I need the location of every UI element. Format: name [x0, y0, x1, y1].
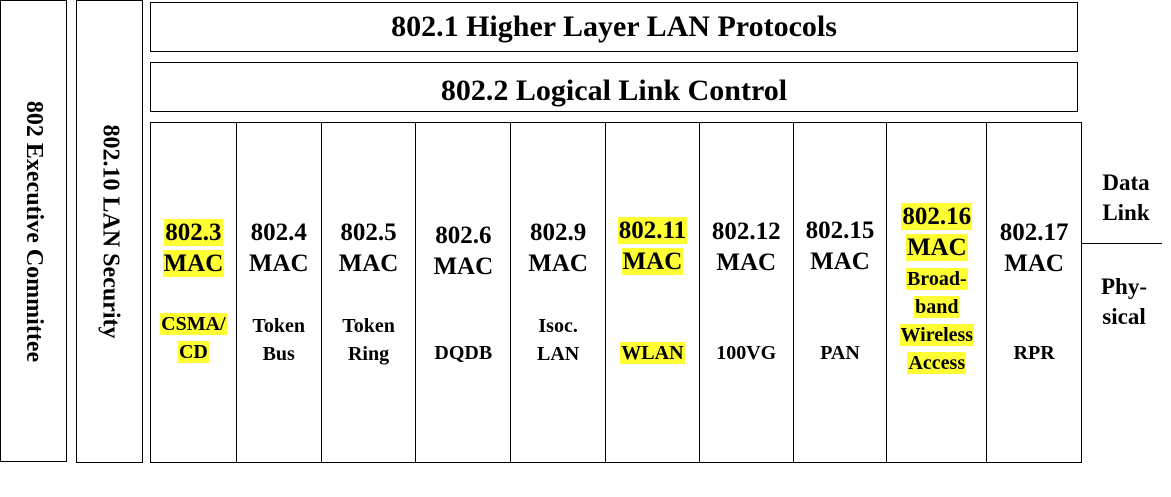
- data-link-label: Data Link: [1086, 168, 1166, 228]
- mac-label-text: MAC: [248, 250, 309, 277]
- lan-security-box: 802.10 LAN Security: [76, 0, 143, 463]
- standard-number: 802.12: [700, 216, 793, 247]
- standard-number-text: 802.12: [711, 218, 781, 245]
- physical-label: Phy- sical: [1084, 272, 1164, 332]
- mac-label: MAC: [887, 232, 986, 263]
- mac-column-802-9: 802.9 MAC Isoc. LAN: [511, 123, 607, 462]
- data-link-line: Link: [1102, 200, 1150, 225]
- technology-label-line: Wireless: [899, 324, 975, 346]
- technology-label: RPR: [987, 339, 1081, 367]
- technology-label: Isoc. LAN: [511, 312, 605, 368]
- technology-label-line: Token: [342, 315, 395, 337]
- standard-number: 802.15: [794, 215, 887, 246]
- standard-number: 802.11: [606, 215, 699, 246]
- technology-label-line: Token: [252, 315, 306, 337]
- technology-label: Token Ring: [322, 312, 416, 368]
- mac-label: MAC: [511, 248, 605, 279]
- mac-label-text: MAC: [162, 250, 225, 277]
- standard-number-text: 802.3: [164, 219, 223, 246]
- standard-number-text: 802.15: [805, 217, 875, 244]
- technology-label-line: Ring: [347, 343, 390, 365]
- mac-label-text: MAC: [905, 234, 968, 261]
- physical-line: Phy-: [1101, 274, 1147, 299]
- standard-number-text: 802.5: [340, 219, 397, 246]
- standard-number: 802.5: [322, 217, 416, 248]
- mac-column-802-15: 802.15 MAC PAN: [794, 123, 888, 462]
- mac-label-text: MAC: [528, 250, 588, 277]
- technology-label: CSMA/CD: [151, 310, 236, 366]
- logical-link-control-bar: 802.2 Logical Link Control: [150, 62, 1078, 112]
- technology-label-line: CSMA/: [160, 313, 227, 335]
- executive-committee-label: 802 Executive Committee: [21, 100, 47, 362]
- technology-label-line: DQDB: [434, 342, 493, 364]
- technology-label-line: Bus: [262, 343, 295, 365]
- technology-label-line: Broad-: [905, 268, 968, 290]
- mac-label-text: MAC: [433, 253, 494, 280]
- standard-number: 802.9: [511, 217, 605, 248]
- technology-label-line: Isoc.: [538, 315, 578, 337]
- technology-label-line: RPR: [1013, 342, 1055, 364]
- physical-line: sical: [1102, 304, 1146, 329]
- standard-number-text: 802.16: [901, 203, 973, 230]
- technology-label-line: WLAN: [620, 342, 685, 364]
- mac-column-802-16: 802.16 MAC Broad-band Wireless Access: [887, 123, 988, 462]
- mac-column-802-11: 802.11 MAC WLAN: [606, 123, 700, 462]
- mac-label: MAC: [606, 246, 699, 277]
- standard-number: 802.16: [887, 201, 986, 232]
- mac-label: MAC: [151, 248, 236, 279]
- technology-label-line: CD: [177, 341, 209, 363]
- mac-label-text: MAC: [716, 249, 777, 276]
- standard-number-text: 802.9: [529, 219, 587, 246]
- technology-label: WLAN: [606, 339, 699, 367]
- mac-label: MAC: [987, 248, 1081, 279]
- higher-layer-protocols-label: 802.1 Higher Layer LAN Protocols: [391, 10, 837, 43]
- technology-label: DQDB: [416, 339, 510, 367]
- standard-number: 802.17: [987, 217, 1081, 248]
- technology-label: Token Bus: [237, 312, 321, 368]
- data-link-physical-divider: [1082, 243, 1162, 244]
- mac-column-802-17: 802.17 MAC RPR: [987, 123, 1081, 462]
- mac-column-802-4: 802.4 MAC Token Bus: [237, 123, 322, 462]
- mac-label-text: MAC: [810, 248, 870, 275]
- technology-label: Broad-band Wireless Access: [887, 265, 986, 377]
- mac-label-text: MAC: [621, 248, 684, 275]
- mac-column-802-12: 802.12 MAC 100VG: [700, 123, 794, 462]
- mac-label: MAC: [416, 251, 510, 282]
- standard-number: 802.4: [237, 217, 321, 248]
- mac-column-802-3: 802.3 MAC CSMA/CD: [151, 123, 237, 462]
- mac-column-802-5: 802.5 MAC Token Ring: [322, 123, 417, 462]
- technology-label-line: LAN: [537, 343, 580, 365]
- higher-layer-protocols-bar: 802.1 Higher Layer LAN Protocols: [150, 2, 1078, 52]
- standard-number-text: 802.4: [250, 219, 307, 246]
- technology-label-line: PAN: [820, 342, 860, 364]
- technology-label-line: band: [914, 296, 960, 318]
- mac-label: MAC: [700, 247, 793, 278]
- mac-column-802-6: 802.6 MAC DQDB: [416, 123, 512, 462]
- mac-label-text: MAC: [338, 250, 399, 277]
- standard-number: 802.6: [416, 220, 510, 251]
- mac-label: MAC: [237, 248, 321, 279]
- technology-label-line: Access: [907, 352, 967, 374]
- standard-number-text: 802.17: [999, 219, 1069, 246]
- data-link-line: Data: [1102, 170, 1150, 195]
- standard-number: 802.3: [151, 217, 236, 248]
- technology-label-line: 100VG: [716, 342, 777, 364]
- technology-label: 100VG: [700, 339, 793, 367]
- logical-link-control-label: 802.2 Logical Link Control: [440, 74, 788, 107]
- executive-committee-box: 802 Executive Committee: [0, 0, 67, 462]
- mac-label: MAC: [322, 248, 416, 279]
- mac-label: MAC: [794, 246, 887, 277]
- mac-label-text: MAC: [1004, 250, 1064, 277]
- mac-standards-grid: 802.3 MAC CSMA/CD 802.4 MAC Token Bus 802.5 MAC T…: [150, 122, 1082, 463]
- technology-label: PAN: [794, 339, 887, 367]
- standard-number-text: 802.11: [617, 217, 688, 244]
- standard-number-text: 802.6: [435, 222, 492, 249]
- lan-security-label: 802.10 LAN Security: [97, 124, 124, 339]
